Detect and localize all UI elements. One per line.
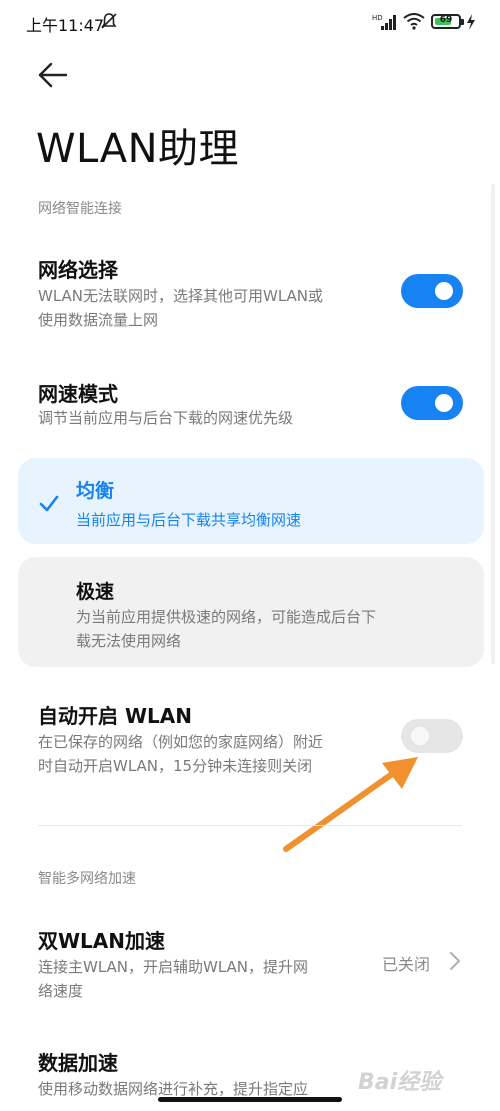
svg-text:HD: HD xyxy=(372,14,383,22)
home-indicator[interactable] xyxy=(158,1097,342,1102)
network-select-desc: WLAN无法联网时，选择其他可用WLAN或 使用数据流量上网 xyxy=(38,284,388,332)
notification-off-icon xyxy=(101,13,117,29)
dual-wlan-status[interactable]: 已关闭 xyxy=(382,951,430,975)
toggle-knob xyxy=(435,282,453,300)
desc-line: 载无法使用网络 xyxy=(76,632,182,650)
network-select-toggle[interactable] xyxy=(401,274,463,308)
watermark: Bai经验 xyxy=(358,1070,442,1095)
page-title: WLAN助理 xyxy=(36,126,240,172)
section-label-multi-network: 智能多网络加速 xyxy=(38,871,136,887)
back-arrow-icon[interactable] xyxy=(36,58,70,92)
speed-mode-desc: 调节当前应用与后台下载的网速优先级 xyxy=(38,409,294,427)
data-accel-title[interactable]: 数据加速 xyxy=(38,1047,118,1076)
battery-icon: 69 xyxy=(431,14,461,29)
battery-cap xyxy=(461,19,464,25)
desc-line: 连接主WLAN，开启辅助WLAN，提升网 xyxy=(38,958,309,976)
mode-option-title: 极速 xyxy=(76,581,115,603)
annotation-arrow xyxy=(283,757,418,852)
status-time: 上午11:47 xyxy=(26,16,105,35)
toggle-knob xyxy=(435,394,453,412)
charging-icon xyxy=(467,14,475,30)
section-label-smart-connect: 网络智能连接 xyxy=(38,201,122,217)
auto-wlan-title[interactable]: 自动开启 WLAN xyxy=(38,700,192,729)
desc-line: 使用数据流量上网 xyxy=(38,311,159,329)
mode-option-desc: 当前应用与后台下载共享均衡网速 xyxy=(76,511,302,529)
desc-line: 为当前应用提供极速的网络，可能造成后台下 xyxy=(76,608,377,626)
dual-wlan-desc: 连接主WLAN，开启辅助WLAN，提升网 络速度 xyxy=(38,955,388,1003)
battery-level: 69 xyxy=(439,15,453,25)
speed-mode-title[interactable]: 网速模式 xyxy=(38,378,118,407)
desc-line: 络速度 xyxy=(38,982,84,1000)
check-icon xyxy=(39,495,59,512)
hd-signal-icon: HD xyxy=(372,14,396,30)
network-select-title[interactable]: 网络选择 xyxy=(38,254,118,283)
mode-option-title: 均衡 xyxy=(76,480,115,502)
mode-option-desc: 为当前应用提供极速的网络，可能造成后台下 载无法使用网络 xyxy=(76,605,446,653)
speed-mode-toggle[interactable] xyxy=(401,386,463,420)
chevron-right-icon[interactable] xyxy=(448,951,462,971)
wifi-icon xyxy=(403,13,425,30)
dual-wlan-title[interactable]: 双WLAN加速 xyxy=(38,925,165,954)
toggle-knob xyxy=(411,727,429,745)
desc-line: WLAN无法联网时，选择其他可用WLAN或 xyxy=(38,287,324,305)
mode-option-fast[interactable]: 极速 为当前应用提供极速的网络，可能造成后台下 载无法使用网络 xyxy=(18,557,484,667)
mode-option-balanced[interactable]: 均衡 当前应用与后台下载共享均衡网速 xyxy=(18,458,484,544)
divider xyxy=(38,825,462,826)
scrollbar[interactable] xyxy=(491,184,495,664)
